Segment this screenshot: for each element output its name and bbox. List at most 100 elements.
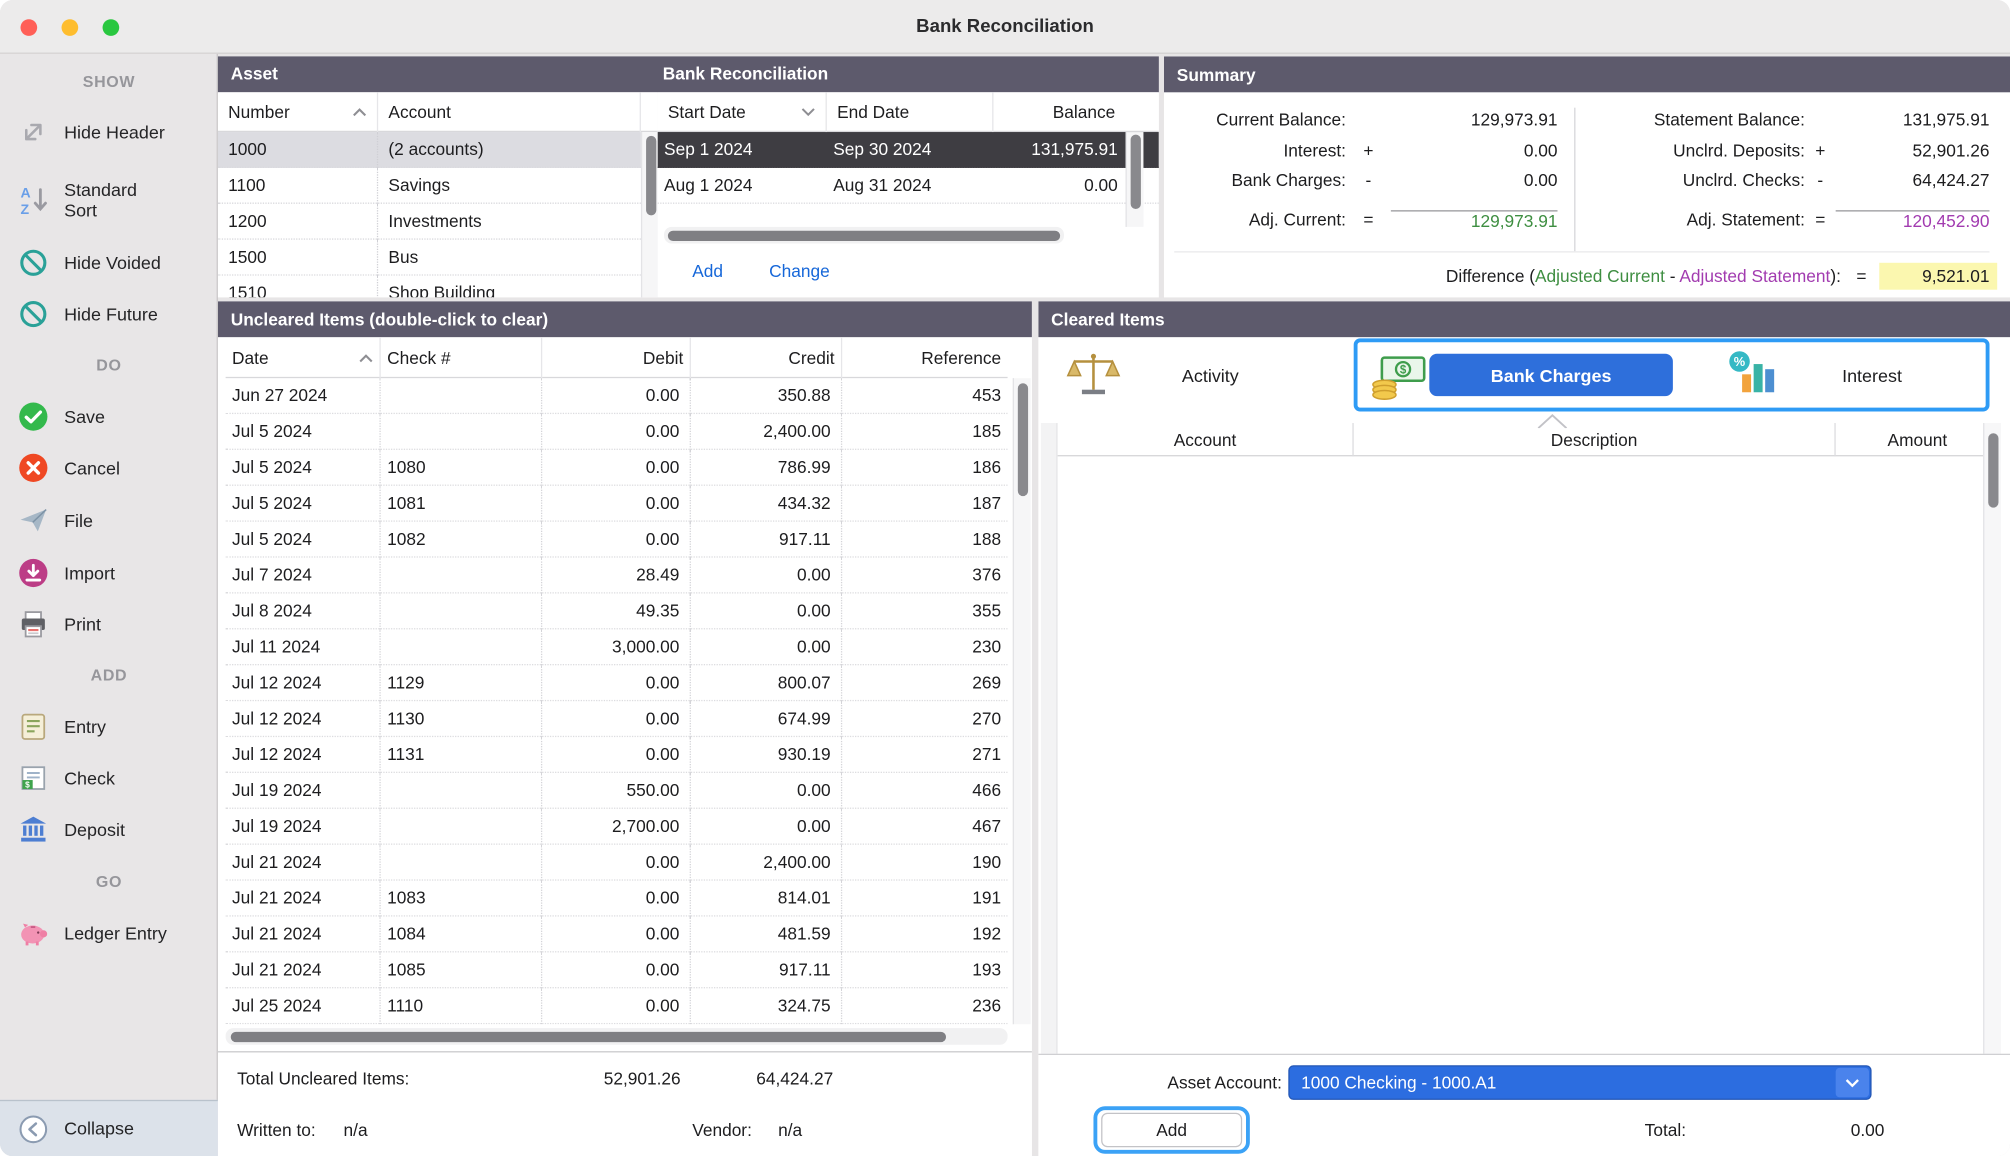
cell-date: Jul 11 2024: [226, 629, 381, 665]
asset-row-account: Investments: [378, 204, 641, 240]
tab-activity[interactable]: Activity: [1064, 340, 1239, 412]
asset-row[interactable]: 1200 Investments: [218, 204, 641, 240]
sidebar-item-import[interactable]: Import: [0, 547, 218, 598]
uncleared-row[interactable]: Jun 27 2024 0.00 350.88 453: [226, 378, 1008, 414]
cell-debit: 0.00: [542, 414, 691, 450]
cell-date: Jul 5 2024: [226, 450, 381, 486]
uncleared-row[interactable]: Jul 5 2024 1080 0.00 786.99 186: [226, 450, 1008, 486]
asset-row[interactable]: 1000 (2 accounts): [218, 132, 641, 168]
summary-right-rows: Statement Balance: 131,975.91 Unclrd. De…: [1587, 105, 1990, 195]
cell-date: Jun 27 2024: [226, 378, 381, 414]
sidebar-item-deposit[interactable]: Deposit: [0, 804, 218, 855]
summary-left-rows: Current Balance: 129,973.91 Interest: + …: [1164, 105, 1558, 195]
asset-row[interactable]: 1100 Savings: [218, 168, 641, 204]
summary-difference-separator: [1174, 251, 1989, 252]
sidebar-item-hide-header[interactable]: Hide Header: [0, 106, 218, 157]
uncleared-row[interactable]: Jul 21 2024 1083 0.00 814.01 191: [226, 881, 1008, 917]
tab-interest[interactable]: % Interest: [1724, 340, 1902, 412]
uncleared-vertical-scrollbar[interactable]: [1013, 378, 1031, 1024]
cleared-vertical-scrollbar[interactable]: [1983, 423, 2001, 1054]
uncleared-row[interactable]: Jul 5 2024 1082 0.00 917.11 188: [226, 522, 1008, 558]
cell-date: Jul 12 2024: [226, 701, 381, 737]
uncleared-row[interactable]: Jul 21 2024 1085 0.00 917.11 193: [226, 952, 1008, 988]
cell-check-number: [381, 629, 543, 665]
reconciliation-add-link[interactable]: Add: [692, 262, 723, 281]
sidebar-item-check[interactable]: $ Check: [0, 752, 218, 803]
scrollbar-thumb[interactable]: [1130, 135, 1140, 209]
scrollbar-thumb[interactable]: [1017, 383, 1027, 496]
uncleared-column-debit[interactable]: Debit: [542, 337, 691, 378]
sidebar: SHOW Hide Header AZ Standard Sort Hide V…: [0, 54, 218, 1156]
reconciliation-column-balance[interactable]: Balance: [993, 92, 1125, 132]
cleared-column-amount[interactable]: Amount: [1836, 423, 1983, 456]
cleared-table-header: Account Description Amount: [1058, 423, 1984, 456]
cell-reference: 467: [842, 809, 1007, 845]
scrollbar-thumb[interactable]: [231, 1031, 946, 1041]
uncleared-column-credit[interactable]: Credit: [691, 337, 842, 378]
uncleared-horizontal-scrollbar[interactable]: [226, 1028, 1008, 1045]
vendor-label: Vendor:: [692, 1113, 752, 1149]
sidebar-item-entry[interactable]: Entry: [0, 701, 218, 752]
uncleared-row[interactable]: Jul 8 2024 49.35 0.00 355: [226, 594, 1008, 630]
uncleared-row[interactable]: Jul 25 2024 1110 0.00 324.75 236: [226, 988, 1008, 1024]
collapse-button[interactable]: Collapse: [0, 1100, 218, 1156]
reconciliation-column-start-date[interactable]: Start Date: [658, 92, 827, 132]
sidebar-section-add: ADD: [0, 663, 218, 689]
asset-row[interactable]: 1500 Bus: [218, 240, 641, 276]
cleared-add-button[interactable]: Add: [1101, 1113, 1242, 1148]
reconciliation-row[interactable]: Aug 1 2024 Aug 31 2024 0.00: [658, 168, 1159, 204]
sidebar-item-print[interactable]: Print: [0, 599, 218, 650]
sidebar-item-ledger-entry[interactable]: Ledger Entry: [0, 908, 218, 959]
sidebar-item-file[interactable]: File: [0, 495, 218, 546]
cell-debit: 0.00: [542, 665, 691, 701]
reconciliation-change-link[interactable]: Change: [769, 262, 830, 281]
sidebar-item-hide-voided[interactable]: Hide Voided: [0, 237, 218, 288]
scrollbar-thumb[interactable]: [645, 136, 655, 215]
uncleared-row[interactable]: Jul 12 2024 1130 0.00 674.99 270: [226, 701, 1008, 737]
tab-activity-label: Activity: [1182, 365, 1239, 386]
cleared-left-scrollbar-track[interactable]: [1041, 423, 1058, 1054]
scrollbar-thumb[interactable]: [1988, 433, 1998, 507]
uncleared-column-reference[interactable]: Reference: [842, 337, 1007, 378]
uncleared-column-check[interactable]: Check #: [381, 337, 543, 378]
asset-column-account[interactable]: Account: [378, 92, 641, 132]
uncleared-column-date[interactable]: Date: [226, 337, 381, 378]
asset-column-number[interactable]: Number: [218, 92, 378, 132]
scrollbar-thumb[interactable]: [668, 230, 1060, 240]
app-window: Bank Reconciliation SHOW Hide Header AZ …: [0, 0, 2010, 1156]
asset-vertical-scrollbar[interactable]: [641, 132, 658, 297]
uncleared-row[interactable]: Jul 12 2024 1129 0.00 800.07 269: [226, 665, 1008, 701]
uncleared-row[interactable]: Jul 7 2024 28.49 0.00 376: [226, 558, 1008, 594]
collapse-label: Collapse: [64, 1118, 134, 1139]
uncleared-row[interactable]: Jul 5 2024 1081 0.00 434.32 187: [226, 486, 1008, 522]
cell-check-number: [381, 594, 543, 630]
sidebar-item-label: Print: [64, 614, 101, 635]
uncleared-row[interactable]: Jul 5 2024 0.00 2,400.00 185: [226, 414, 1008, 450]
uncleared-row[interactable]: Jul 19 2024 550.00 0.00 466: [226, 773, 1008, 809]
reconciliation-row[interactable]: Sep 1 2024 Sep 30 2024 131,975.91: [658, 132, 1159, 168]
prohibition-circle-icon: [17, 246, 50, 279]
difference-text: Difference (Adjusted Current - Adjusted …: [1446, 266, 1841, 285]
sidebar-item-cancel[interactable]: Cancel: [0, 442, 218, 493]
reconciliation-vertical-scrollbar[interactable]: [1126, 132, 1144, 227]
cell-debit: 0.00: [542, 845, 691, 881]
uncleared-row[interactable]: Jul 21 2024 0.00 2,400.00 190: [226, 845, 1008, 881]
reconciliation-horizontal-scrollbar[interactable]: [664, 227, 1064, 244]
uncleared-row[interactable]: Jul 12 2024 1131 0.00 930.19 271: [226, 737, 1008, 773]
uncleared-row[interactable]: Jul 21 2024 1084 0.00 481.59 192: [226, 917, 1008, 953]
cell-check-number: [381, 809, 543, 845]
cleared-column-description[interactable]: Description: [1354, 423, 1836, 456]
uncleared-row[interactable]: Jul 19 2024 2,700.00 0.00 467: [226, 809, 1008, 845]
uncleared-row[interactable]: Jul 11 2024 3,000.00 0.00 230: [226, 629, 1008, 665]
cell-reference: 190: [842, 845, 1007, 881]
cell-check-number: 1131: [381, 737, 543, 773]
sidebar-item-standard-sort[interactable]: AZ Standard Sort: [0, 172, 218, 228]
percent-chart-icon: %: [1724, 348, 1783, 403]
cleared-column-account[interactable]: Account: [1058, 423, 1354, 456]
tab-bank-charges[interactable]: Bank Charges: [1429, 354, 1673, 396]
reconciliation-column-end-date[interactable]: End Date: [827, 92, 994, 132]
sidebar-item-hide-future[interactable]: Hide Future: [0, 288, 218, 339]
asset-account-dropdown[interactable]: 1000 Checking - 1000.A1: [1288, 1065, 1871, 1100]
asset-row[interactable]: 1510 Shop Building: [218, 276, 641, 298]
sidebar-item-save[interactable]: Save: [0, 391, 218, 442]
